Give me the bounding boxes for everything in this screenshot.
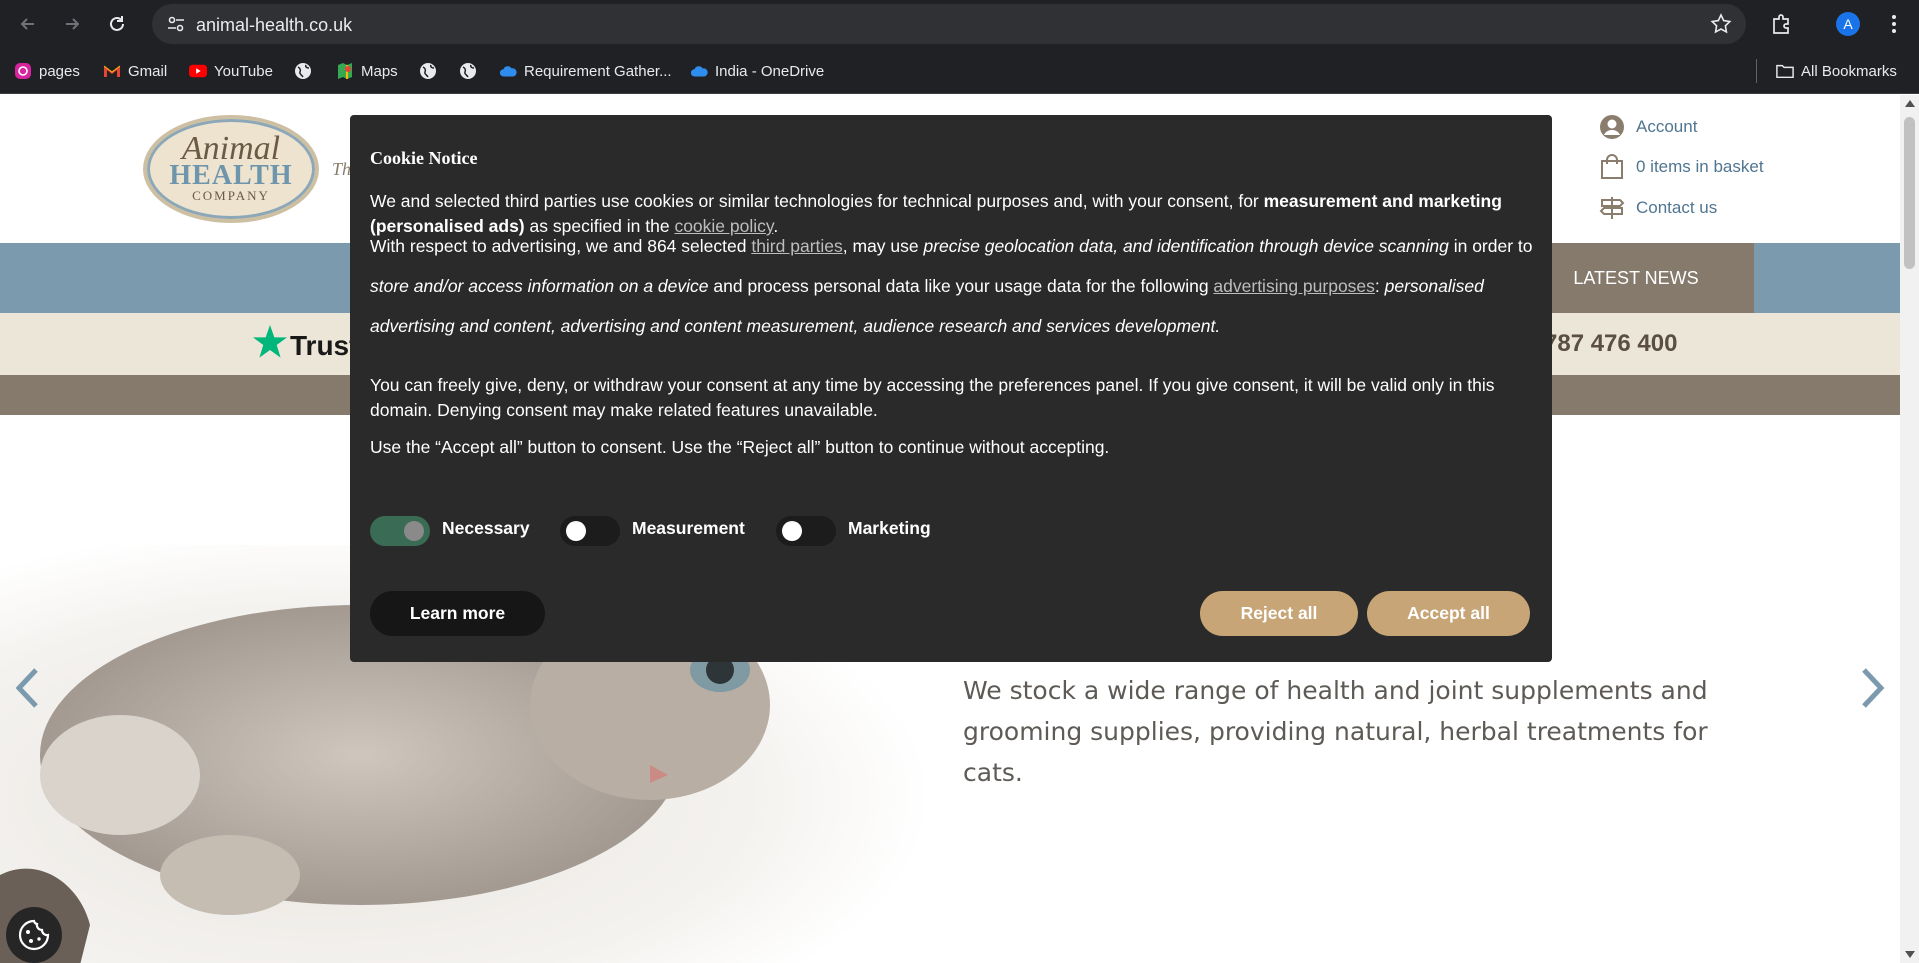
bookmarks-bar: pages Gmail YouTube Maps Requirement Gat… xyxy=(0,48,1919,94)
browser-toolbar: animal-health.co.uk A xyxy=(0,0,1919,48)
forward-button[interactable] xyxy=(58,10,86,38)
globe-icon xyxy=(294,62,312,80)
all-bookmarks-button[interactable]: All Bookmarks xyxy=(1776,59,1897,83)
nav-latest-news[interactable]: LATEST NEWS xyxy=(1518,243,1754,313)
cookie-paragraph-2: With respect to advertising, we and 864 … xyxy=(370,236,1533,336)
accept-all-button[interactable]: Accept all xyxy=(1367,591,1530,636)
bookmark-youtube[interactable]: YouTube xyxy=(189,59,273,83)
gmail-icon xyxy=(103,62,121,80)
carousel-next-button[interactable] xyxy=(1860,667,1886,714)
cookie-notice-dialog: Cookie Notice We and selected third part… xyxy=(350,115,1552,662)
site-info-icon[interactable] xyxy=(166,14,186,39)
measurement-toggle[interactable] xyxy=(560,516,620,546)
back-button[interactable] xyxy=(14,10,42,38)
chrome-menu-button[interactable] xyxy=(1880,10,1908,38)
signpost-icon xyxy=(1598,194,1626,222)
page-scrollbar[interactable] xyxy=(1900,95,1919,963)
necessary-label: Necessary xyxy=(442,518,530,538)
toggle-knob xyxy=(404,521,424,541)
scroll-down-icon[interactable] xyxy=(1905,951,1915,958)
scroll-up-icon[interactable] xyxy=(1905,100,1915,107)
reload-button[interactable] xyxy=(103,10,131,38)
url-text[interactable]: animal-health.co.uk xyxy=(196,15,352,36)
youtube-icon xyxy=(189,62,207,80)
maps-icon xyxy=(336,62,354,80)
profile-button[interactable]: A xyxy=(1834,10,1862,38)
hero-description: We stock a wide range of health and join… xyxy=(963,676,1708,787)
necessary-toggle[interactable] xyxy=(370,516,430,546)
kebab-menu-icon xyxy=(1892,15,1896,33)
bookmark-maps[interactable]: Maps xyxy=(336,59,398,83)
onedrive-icon xyxy=(499,62,517,80)
onedrive-icon xyxy=(690,62,708,80)
cookie-paragraph-4: Use the “Accept all” button to consent. … xyxy=(370,437,1110,457)
avatar: A xyxy=(1836,12,1860,36)
toggle-knob xyxy=(566,521,586,541)
carousel-prev-button[interactable] xyxy=(14,667,40,714)
chevron-left-icon xyxy=(15,668,38,708)
arrow-left-icon xyxy=(20,18,34,30)
third-parties-link[interactable]: third parties xyxy=(751,236,842,256)
bookmark-star-icon[interactable] xyxy=(1710,13,1732,40)
site-logo[interactable]: Animal HEALTH COMPANY xyxy=(143,115,319,223)
cookie-preferences-button[interactable] xyxy=(6,907,62,963)
bookmark-globe-3[interactable] xyxy=(459,59,477,83)
toggle-knob xyxy=(782,521,802,541)
scrollbar-thumb[interactable] xyxy=(1904,117,1915,269)
chevron-right-icon xyxy=(1862,668,1885,708)
marketing-toggle[interactable] xyxy=(776,516,836,546)
site-tagline: Th xyxy=(332,159,352,179)
account-link[interactable]: Account xyxy=(1598,113,1697,141)
folder-icon xyxy=(1776,62,1794,80)
trustpilot-wordmark[interactable]: Trust xyxy=(290,330,358,362)
globe-icon xyxy=(419,62,437,80)
user-icon xyxy=(1598,113,1626,141)
reload-icon xyxy=(110,16,124,31)
bookmark-globe-1[interactable] xyxy=(294,59,312,83)
bookmarks-divider xyxy=(1756,59,1757,83)
phone-number[interactable]: 787 476 400 xyxy=(1544,330,1677,358)
bookmark-requirement-gather[interactable]: Requirement Gather... xyxy=(499,59,672,83)
cookie-icon xyxy=(18,919,50,951)
extensions-button[interactable] xyxy=(1767,10,1795,38)
bookmark-globe-2[interactable] xyxy=(419,59,437,83)
cookie-paragraph-3: You can freely give, deny, or withdraw y… xyxy=(370,375,1495,420)
bookmark-india-onedrive[interactable]: India - OneDrive xyxy=(690,59,824,83)
contact-link[interactable]: Contact us xyxy=(1598,194,1717,222)
instagram-icon xyxy=(14,62,32,80)
globe-icon xyxy=(459,62,477,80)
basket-link[interactable]: 0 items in basket xyxy=(1598,153,1764,181)
puzzle-icon xyxy=(1773,14,1789,34)
bookmark-pages[interactable]: pages xyxy=(14,59,80,83)
arrow-right-icon xyxy=(66,18,80,30)
learn-more-button[interactable]: Learn more xyxy=(370,591,545,636)
address-bar[interactable]: animal-health.co.uk xyxy=(152,4,1746,44)
bookmark-gmail[interactable]: Gmail xyxy=(103,59,167,83)
advertising-purposes-link[interactable]: advertising purposes xyxy=(1213,276,1374,296)
shopping-bag-icon xyxy=(1598,153,1626,181)
cookie-notice-title: Cookie Notice xyxy=(370,148,478,168)
measurement-label: Measurement xyxy=(632,518,745,538)
trustpilot-star-icon xyxy=(252,324,288,365)
marketing-label: Marketing xyxy=(848,518,931,538)
reject-all-button[interactable]: Reject all xyxy=(1200,591,1358,636)
